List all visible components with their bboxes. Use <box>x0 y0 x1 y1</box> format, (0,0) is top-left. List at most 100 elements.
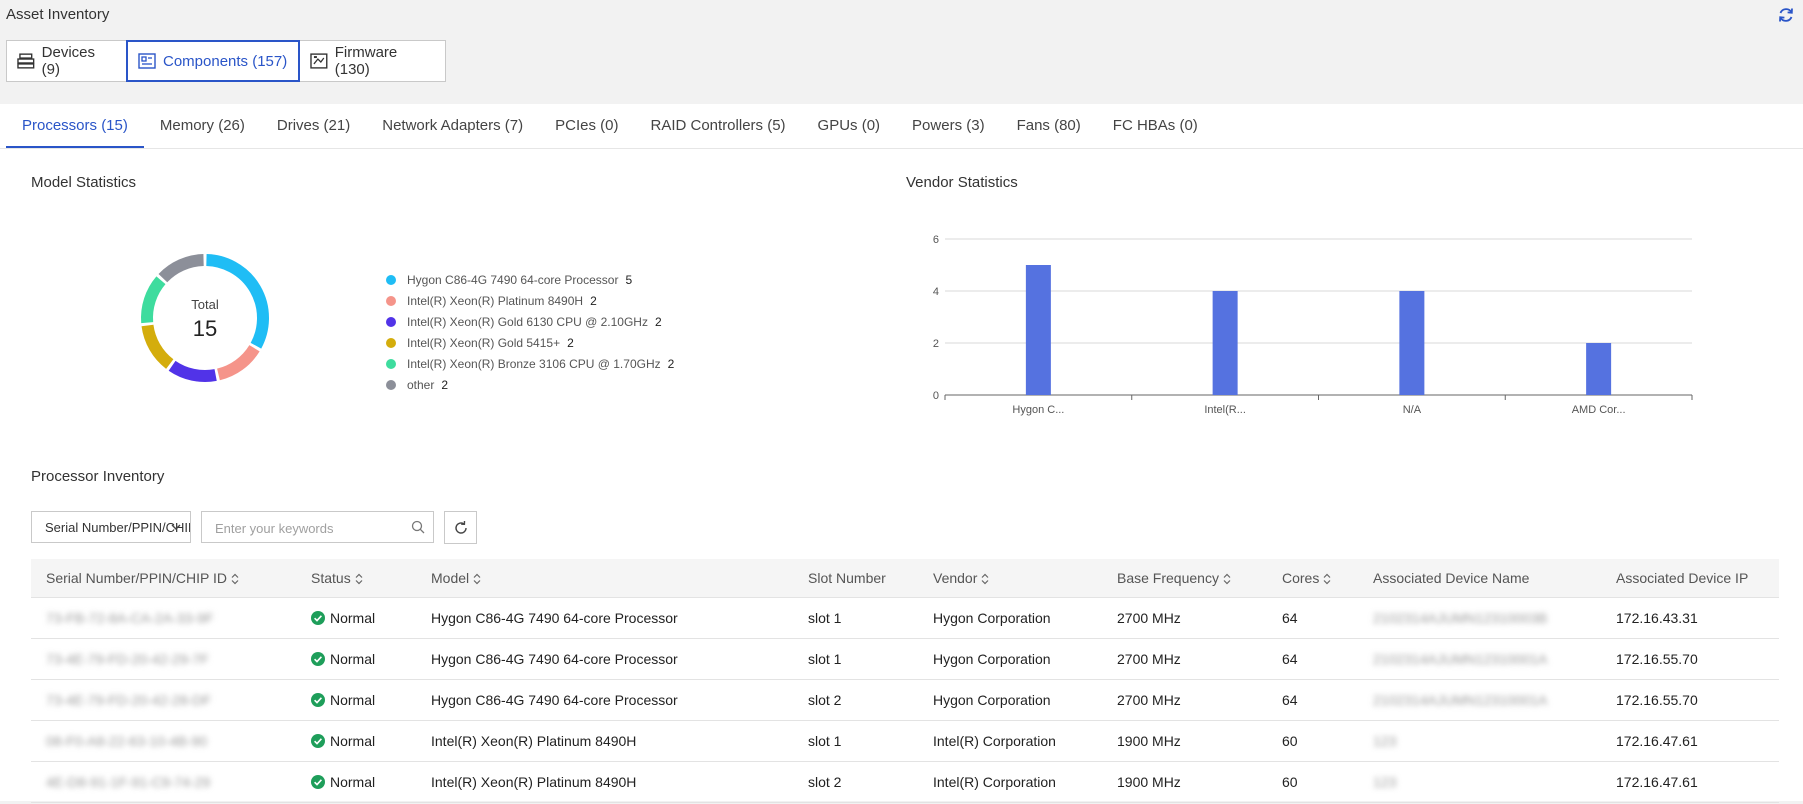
column-header-status[interactable]: Status <box>311 559 363 597</box>
sort-icon[interactable] <box>1323 573 1331 585</box>
bar[interactable] <box>1399 291 1425 395</box>
cell-text: slot 2 <box>808 692 842 708</box>
legend-item[interactable]: Intel(R) Xeon(R) Gold 5415+ 2 <box>386 336 574 350</box>
vendor-stats-title: Vendor Statistics <box>906 174 1018 191</box>
model-stats-title: Model Statistics <box>31 174 137 191</box>
sort-icon[interactable] <box>473 573 481 585</box>
subtab-pcies[interactable]: PCIes (0) <box>539 104 634 148</box>
cell-text: 123 <box>1373 774 1397 790</box>
sort-icon[interactable] <box>231 573 239 585</box>
status-badge: Normal <box>311 639 375 679</box>
subtab-network-adapters[interactable]: Network Adapters (7) <box>366 104 539 148</box>
table-row[interactable]: 08-F0-A8-22-63-10-4B-90 Normal Intel(R) Xe… <box>31 721 1779 762</box>
legend-value: 2 <box>654 315 662 329</box>
cell-text: 64 <box>1282 610 1298 626</box>
sort-icon[interactable] <box>981 573 989 585</box>
bar[interactable] <box>1025 265 1051 395</box>
subtab-raid-controllers[interactable]: RAID Controllers (5) <box>635 104 802 148</box>
subtab-gpus[interactable]: GPUs (0) <box>802 104 897 148</box>
cell-cores: 64 <box>1282 680 1298 720</box>
subtab-processors[interactable]: Processors (15) <box>6 104 144 148</box>
legend-item[interactable]: Intel(R) Xeon(R) Gold 6130 CPU @ 2.10GHz… <box>386 315 662 329</box>
subtab-memory[interactable]: Memory (26) <box>144 104 261 148</box>
cell-text: slot 2 <box>808 774 842 790</box>
x-tick-label: AMD Cor... <box>1572 404 1626 416</box>
donut-slice <box>158 254 204 283</box>
cell-text: Hygon C86-4G 7490 64-core Processor <box>431 651 678 667</box>
inventory-title: Processor Inventory <box>31 468 165 485</box>
bar[interactable] <box>1212 291 1238 395</box>
column-header-frequency[interactable]: Base Frequency <box>1117 559 1231 597</box>
sort-icon[interactable] <box>355 573 363 585</box>
donut-slice <box>141 276 166 324</box>
cell-device-ip: 172.16.55.70 <box>1616 680 1698 720</box>
column-header-model[interactable]: Model <box>431 559 481 597</box>
cell-text: slot 1 <box>808 610 842 626</box>
page-title: Asset Inventory <box>6 6 110 23</box>
legend-dot <box>386 296 396 306</box>
status-text: Normal <box>330 733 376 749</box>
column-header-label: Associated Device Name <box>1373 570 1530 586</box>
cell-serial: 73-4E-79-FD-20-42-29-7F <box>46 639 209 679</box>
cell-text: 2700 MHz <box>1117 610 1181 626</box>
legend-item[interactable]: Hygon C86-4G 7490 64-core Processor 5 <box>386 273 632 287</box>
cell-cores: 60 <box>1282 762 1298 802</box>
search-input[interactable] <box>213 513 407 543</box>
tab-components-label: Components (157) <box>163 52 288 70</box>
subtab-fc-hbas[interactable]: FC HBAs (0) <box>1097 104 1214 148</box>
cell-device-name: 2102314AJUMN12310001A <box>1373 639 1547 679</box>
cell-text: 1900 MHz <box>1117 733 1181 749</box>
search-icon[interactable] <box>411 520 425 534</box>
cell-model: Intel(R) Xeon(R) Platinum 8490H <box>431 762 636 802</box>
cell-cores: 64 <box>1282 598 1298 638</box>
cell-text: Hygon Corporation <box>933 692 1051 708</box>
column-header-cores[interactable]: Cores <box>1282 559 1331 597</box>
subtab-fans[interactable]: Fans (80) <box>1001 104 1097 148</box>
column-header-slot: Slot Number <box>808 559 886 597</box>
cell-frequency: 2700 MHz <box>1117 680 1181 720</box>
y-tick-label: 4 <box>933 286 939 298</box>
bar[interactable] <box>1586 343 1612 395</box>
table-row[interactable]: 73-4E-79-FD-20-42-29-7F Normal Hygon C86-4… <box>31 639 1779 680</box>
column-header-label: Base Frequency <box>1117 570 1219 586</box>
refresh-icon[interactable] <box>1776 5 1796 25</box>
cell-slot: slot 1 <box>808 639 841 679</box>
tab-components[interactable]: Components (157) <box>126 40 300 82</box>
column-header-vendor[interactable]: Vendor <box>933 559 989 597</box>
sort-icon[interactable] <box>1223 573 1231 585</box>
cell-device-ip: 172.16.43.31 <box>1616 598 1698 638</box>
subtab-drives[interactable]: Drives (21) <box>261 104 366 148</box>
legend-item[interactable]: Intel(R) Xeon(R) Platinum 8490H 2 <box>386 294 597 308</box>
cell-vendor: Intel(R) Corporation <box>933 762 1056 802</box>
status-text: Normal <box>330 774 376 790</box>
table-row[interactable]: 73-4E-79-FD-20-42-28-DF Normal Hygon C86-4… <box>31 680 1779 721</box>
cell-text: 172.16.47.61 <box>1616 774 1698 790</box>
firmware-icon <box>310 53 328 69</box>
cell-slot: slot 2 <box>808 762 841 802</box>
cell-status: Normal <box>311 598 375 640</box>
cell-serial: 4E-D8-91-1F-91-C9-74-29 <box>46 762 210 802</box>
cell-text: 2102314AJUMN12310003B <box>1373 610 1548 626</box>
table-refresh-button[interactable] <box>444 511 477 544</box>
legend-item[interactable]: other 2 <box>386 378 448 392</box>
legend-label: Intel(R) Xeon(R) Gold 5415+ <box>407 336 561 350</box>
legend-value: 2 <box>441 378 449 392</box>
subtab-powers[interactable]: Powers (3) <box>896 104 1001 148</box>
cell-vendor: Hygon Corporation <box>933 639 1051 679</box>
cell-device-name: 2102314AJUMN12310001A <box>1373 680 1547 720</box>
column-header-serial[interactable]: Serial Number/PPIN/CHIP ID <box>46 559 239 597</box>
vendor-bar-chart: 0 2 4 6 Hygon C... Intel(R... N/A AMD Cor... <box>933 234 1693 416</box>
status-text: Normal <box>330 692 376 708</box>
check-circle-icon <box>311 734 325 748</box>
cell-vendor: Hygon Corporation <box>933 598 1051 638</box>
search-field-select[interactable]: Serial Number/PPIN/CHIP ID <box>31 511 191 543</box>
y-tick-label: 6 <box>933 234 939 246</box>
tab-firmware[interactable]: Firmware (130) <box>299 40 446 82</box>
cell-text: Intel(R) Corporation <box>933 733 1056 749</box>
tab-devices[interactable]: Devices (9) <box>6 40 127 82</box>
status-text: Normal <box>330 651 376 667</box>
table-row[interactable]: 73-FB-72-8A-CA-2A-33-9F Normal Hygon C86-4… <box>31 598 1779 639</box>
table-row[interactable]: 4E-D8-91-1F-91-C9-74-29 Normal Intel(R) Xe… <box>31 762 1779 803</box>
legend-item[interactable]: Intel(R) Xeon(R) Bronze 3106 CPU @ 1.70G… <box>386 357 674 371</box>
legend-label: Intel(R) Xeon(R) Bronze 3106 CPU @ 1.70G… <box>407 357 661 371</box>
